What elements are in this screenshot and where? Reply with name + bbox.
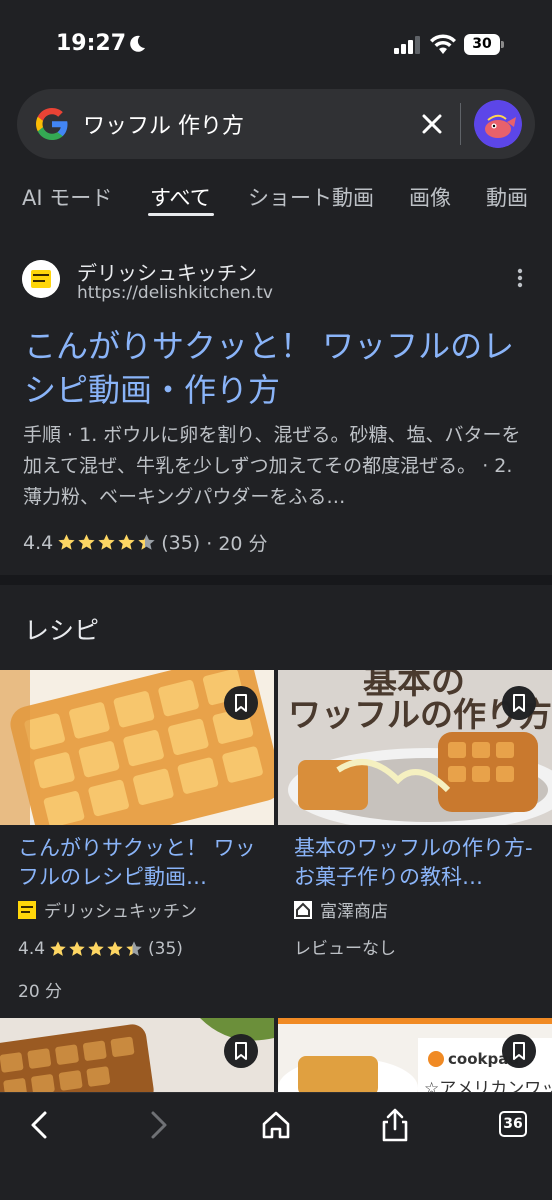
wifi-icon [430,34,456,54]
google-logo-icon [36,108,68,140]
search-tabs: AI モード すべて ショート動画 画像 動画 [0,170,552,226]
recipe-card-time: 20 分 [18,982,63,1002]
tab-short-videos[interactable]: ショート動画 [248,182,374,212]
share-icon[interactable] [377,1107,413,1143]
star-icon [98,534,115,550]
section-divider [0,575,552,585]
bookmark-icon[interactable] [224,1034,258,1068]
star-icon [138,534,155,550]
recipe-card-partial[interactable] [0,1018,274,1092]
recipe-card-source: 富澤商店 [294,897,388,922]
tab-ai-mode[interactable]: AI モード [22,182,112,212]
status-time: 19:27 [56,31,127,56]
status-bar: 19:27 30 [0,0,552,88]
active-tab-indicator [148,213,214,216]
bookmark-icon[interactable] [502,686,536,720]
battery-tip [501,41,504,48]
recipe-card[interactable]: 基本の ワッフルの作り方 基本のワッフルの作り方-お菓子作りの教科… 富澤商店 … [278,670,552,959]
result-rating-line: 4.4 (35) · 20 分 [23,529,268,556]
recipe-card-no-review: レビューなし [294,939,396,959]
back-icon[interactable] [22,1107,58,1143]
search-bar[interactable]: ワッフル 作り方 [17,89,535,159]
home-icon[interactable] [258,1107,294,1143]
cook-time: · 20 分 [206,533,268,555]
bookmark-icon[interactable] [224,686,258,720]
recipe-card-partial[interactable]: cookpad ☆アメリカンワッ [278,1018,552,1092]
recipe-card-rating: 4.4 (35) [18,939,183,959]
forward-icon[interactable] [140,1107,176,1143]
recipe-card-source-name: 富澤商店 [320,902,388,922]
star-icon [107,941,123,956]
tab-videos[interactable]: 動画 [486,182,528,212]
recipe-card-title[interactable]: 基本のワッフルの作り方-お菓子作りの教科… [294,834,546,892]
rating-value: 4.4 [23,531,54,554]
bottom-toolbar [0,1092,552,1200]
result-title-link[interactable]: こんがりサクッと！ ワッフルのレシピ動画・作り方 [24,324,524,412]
site-favicon-icon [22,260,60,298]
more-icon[interactable] [510,266,530,290]
star-icon [50,941,66,956]
recipe-image-caption: ☆アメリカンワッ [424,1079,552,1092]
search-divider [460,103,461,145]
search-input[interactable]: ワッフル 作り方 [83,108,244,140]
star-icon [126,941,142,956]
star-icon [78,534,95,550]
site-url[interactable]: https://delishkitchen.tv [77,283,273,303]
result-snippet: 手順 · 1. ボウルに卵を割り、混ぜる。砂糖、塩、バターを加えて混ぜ、牛乳を少… [23,424,521,508]
rating-value: 4.4 [18,939,46,959]
signal-icon [394,36,420,54]
avatar[interactable] [474,100,522,148]
recipe-card-source: デリッシュキッチン [18,897,197,922]
delish-kitchen-icon [18,900,36,919]
site-name[interactable]: デリッシュキッチン [77,257,257,286]
bookmark-icon[interactable] [502,1034,536,1068]
star-icon [58,534,75,550]
star-icon [118,534,135,550]
review-count: (35) [161,531,201,554]
tabs-icon[interactable]: 36 [499,1111,527,1137]
battery-indicator: 30 [464,34,504,55]
cookpad-icon [428,1051,444,1067]
battery-level: 30 [464,34,500,55]
recipe-card-source-name: デリッシュキッチン [44,902,197,922]
recipe-card[interactable]: こんがりサクッと！ ワッフルのレシピ動画… デリッシュキッチン 4.4 (35)… [0,654,282,1002]
shop-icon [294,900,312,919]
review-count: (35) [148,939,183,959]
recipe-card-title[interactable]: こんがりサクッと！ ワッフルのレシピ動画… [18,834,270,892]
tab-images[interactable]: 画像 [409,182,451,212]
recipes-heading: レシピ [24,616,100,645]
clear-icon[interactable] [419,111,445,137]
rating-stars [49,940,144,958]
tab-all[interactable]: すべて [150,182,211,212]
rating-stars [57,533,157,552]
star-icon [69,941,85,956]
moon-icon [130,35,145,52]
star-icon [88,941,104,956]
